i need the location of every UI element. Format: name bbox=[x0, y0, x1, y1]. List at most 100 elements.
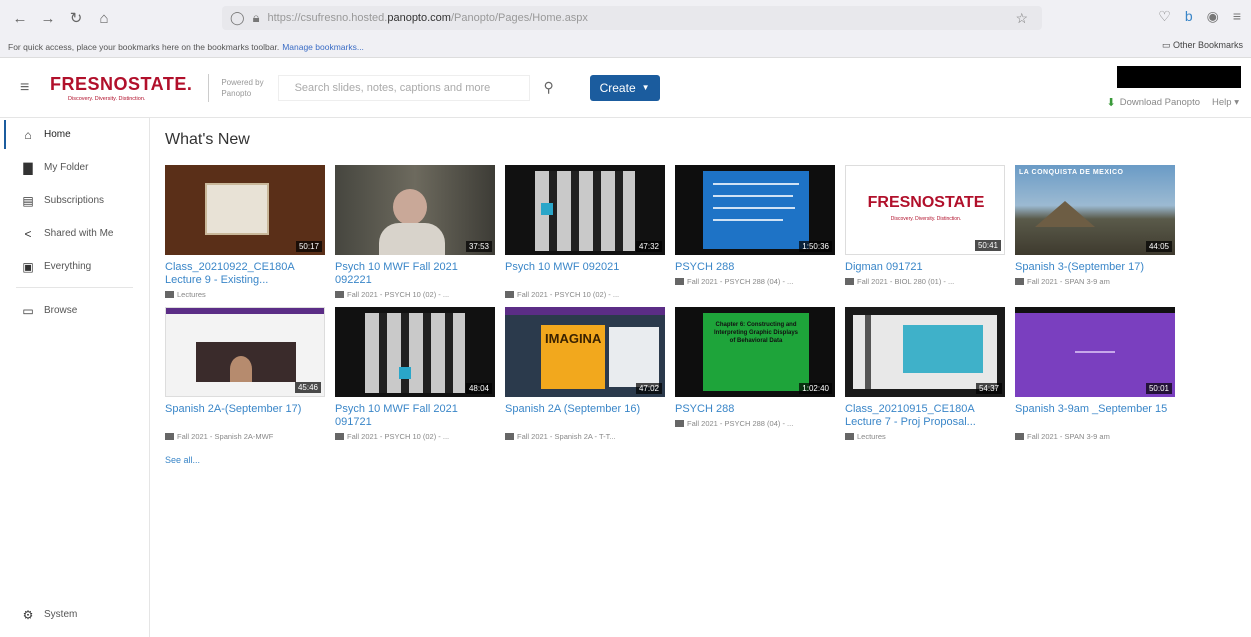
gear-icon: ⚙ bbox=[22, 607, 34, 622]
bookmarks-hint: For quick access, place your bookmarks h… bbox=[8, 41, 280, 52]
user-name-redacted[interactable] bbox=[1117, 66, 1241, 88]
video-folder[interactable]: Fall 2021 - PSYCH 10 (02) - ... bbox=[335, 432, 496, 441]
video-title[interactable]: PSYCH 288 bbox=[675, 261, 836, 274]
reload-icon[interactable]: ↻ bbox=[66, 8, 86, 28]
video-folder[interactable]: Fall 2021 - BIOL 280 (01) - ... bbox=[845, 277, 1006, 286]
sidebar-item-label: Browse bbox=[44, 305, 78, 316]
video-folder[interactable]: Lectures bbox=[845, 432, 1006, 441]
url-path: /Panopto/Pages/Home.aspx bbox=[450, 12, 588, 24]
powered-by-brand: Panopto bbox=[221, 88, 252, 98]
video-title[interactable]: Spanish 3-(September 17) bbox=[1015, 261, 1176, 274]
duration-badge: 1:50:36 bbox=[799, 241, 832, 252]
video-folder[interactable]: Fall 2021 - PSYCH 10 (02) - ... bbox=[335, 290, 496, 299]
video-card[interactable]: 50:01 Spanish 3-9am _September 15 Fall 2… bbox=[1015, 307, 1176, 441]
see-all-link[interactable]: See all... bbox=[165, 455, 1251, 465]
video-title[interactable]: Psych 10 MWF Fall 2021 091721 bbox=[335, 403, 496, 429]
video-card[interactable]: 1:50:36 PSYCH 288 Fall 2021 - PSYCH 288 … bbox=[675, 165, 836, 299]
video-card[interactable]: Chapter 6: Constructing and Interpreting… bbox=[675, 307, 836, 441]
thumb-chapter-text: Chapter 6: Constructing and Interpreting… bbox=[713, 322, 799, 344]
home-browser-icon[interactable]: ⌂ bbox=[94, 8, 114, 28]
folder-icon bbox=[675, 278, 684, 285]
search-input[interactable]: Search slides, notes, captions and more bbox=[277, 74, 530, 101]
sidebar-item-home[interactable]: ⌂ Home bbox=[0, 118, 149, 151]
video-folder[interactable]: Fall 2021 - SPAN 3-9 am bbox=[1015, 277, 1176, 286]
slide-block-teal bbox=[903, 325, 983, 373]
video-thumbnail[interactable]: 48:04 bbox=[335, 307, 495, 397]
video-card[interactable]: IMAGINA 47:02 Spanish 2A (September 16) … bbox=[505, 307, 666, 441]
logo-text: FRESNOSTATE. bbox=[50, 73, 193, 94]
page-title: What's New bbox=[165, 131, 250, 148]
manage-bookmarks-link[interactable]: Manage bookmarks... bbox=[282, 42, 364, 52]
video-card[interactable]: FRESNOSTATE Discovery. Diversity. Distin… bbox=[845, 165, 1006, 299]
duration-badge: 50:01 bbox=[1145, 383, 1172, 394]
fresno-state-logo[interactable]: FRESNOSTATE. Discovery. Diversity. Disti… bbox=[50, 74, 192, 102]
video-thumbnail[interactable]: 45:46 bbox=[165, 307, 325, 397]
video-title[interactable]: PSYCH 288 bbox=[675, 403, 836, 416]
video-thumbnail[interactable]: FRESNOSTATE Discovery. Diversity. Distin… bbox=[845, 165, 1005, 255]
video-title[interactable]: Digman 091721 bbox=[845, 261, 1006, 274]
video-thumbnail[interactable]: IMAGINA 47:02 bbox=[505, 307, 665, 397]
sidebar-item-shared[interactable]: < Shared with Me bbox=[0, 217, 149, 250]
folder-icon bbox=[165, 433, 174, 440]
video-title[interactable]: Class_20210922_CE180A Lecture 9 - Existi… bbox=[165, 261, 326, 287]
search-icon[interactable]: ⚲ bbox=[536, 79, 562, 96]
video-card[interactable]: 48:04 Psych 10 MWF Fall 2021 091721 Fall… bbox=[335, 307, 496, 441]
sidebar-item-subscriptions[interactable]: ▤ Subscriptions bbox=[0, 184, 149, 217]
video-thumbnail[interactable]: 47:32 bbox=[505, 165, 665, 255]
video-title[interactable]: Spanish 2A (September 16) bbox=[505, 403, 666, 429]
video-title[interactable]: Spanish 3-9am _September 15 bbox=[1015, 403, 1176, 429]
other-bookmarks[interactable]: ▭ Other Bookmarks bbox=[1162, 40, 1243, 51]
sidebar-item-everything[interactable]: ▣ Everything bbox=[0, 250, 149, 283]
video-folder[interactable]: Fall 2021 - Spanish 2A - T-T... bbox=[505, 432, 666, 441]
folder-label: Fall 2021 - PSYCH 10 (02) - ... bbox=[517, 290, 620, 299]
video-card[interactable]: 45:46 Spanish 2A-(September 17) Fall 202… bbox=[165, 307, 326, 441]
video-thumbnail[interactable]: LA CONQUISTA DE MEXICO 44:05 bbox=[1015, 165, 1175, 255]
video-card[interactable]: 54:37 Class_20210915_CE180A Lecture 7 - … bbox=[845, 307, 1006, 441]
sidebar-item-label: System bbox=[44, 609, 78, 620]
video-title[interactable]: Spanish 2A-(September 17) bbox=[165, 403, 326, 429]
account-icon[interactable]: ◉ bbox=[1207, 8, 1219, 25]
video-thumbnail[interactable]: 1:50:36 bbox=[675, 165, 835, 255]
pocket-icon[interactable]: ♡ bbox=[1158, 8, 1171, 25]
video-folder[interactable]: Fall 2021 - SPAN 3-9 am bbox=[1015, 432, 1176, 441]
video-title[interactable]: Class_20210915_CE180A Lecture 7 - Proj P… bbox=[845, 403, 1006, 429]
back-icon[interactable]: ← bbox=[10, 8, 30, 28]
video-folder[interactable]: Lectures bbox=[165, 290, 326, 299]
folder-label: Lectures bbox=[857, 432, 886, 441]
video-title[interactable]: Psych 10 MWF Fall 2021 092221 bbox=[335, 261, 496, 287]
sidebar-item-system[interactable]: ⚙ System bbox=[0, 598, 78, 631]
duration-badge: 50:17 bbox=[295, 241, 322, 252]
video-folder[interactable]: Fall 2021 - Spanish 2A-MWF bbox=[165, 432, 326, 441]
bookmark-star-icon[interactable]: ☆ bbox=[1015, 10, 1028, 27]
video-thumbnail[interactable]: 50:17 bbox=[165, 165, 325, 255]
sidebar-item-label: Shared with Me bbox=[44, 228, 114, 239]
create-button[interactable]: Create ▼ bbox=[589, 74, 660, 101]
menu-icon[interactable]: ≡ bbox=[1233, 8, 1241, 25]
video-folder[interactable]: Fall 2021 - PSYCH 288 (04) - ... bbox=[675, 277, 836, 286]
slide-bar bbox=[865, 315, 871, 389]
sidebar-item-browse[interactable]: ▭ Browse bbox=[0, 294, 149, 327]
video-title[interactable]: Psych 10 MWF 092021 bbox=[505, 261, 666, 287]
download-panopto[interactable]: ⬇ Download Panopto Help ▾ bbox=[1107, 96, 1239, 109]
hamburger-icon[interactable]: ≡ bbox=[20, 79, 36, 97]
slide-line bbox=[713, 219, 783, 221]
video-card[interactable]: LA CONQUISTA DE MEXICO 44:05 Spanish 3-(… bbox=[1015, 165, 1176, 299]
sidebar-item-my-folder[interactable]: ▇ My Folder bbox=[0, 151, 149, 184]
video-thumbnail[interactable]: 54:37 bbox=[845, 307, 1005, 397]
logo-tagline: Discovery. Diversity. Distinction. bbox=[68, 95, 146, 102]
video-card[interactable]: 47:32 Psych 10 MWF 092021 Fall 2021 - PS… bbox=[505, 165, 666, 299]
extension-icon[interactable]: b bbox=[1185, 8, 1193, 25]
video-card[interactable]: 50:17 Class_20210922_CE180A Lecture 9 - … bbox=[165, 165, 326, 299]
address-bar[interactable]: ◯ 🔒︎ https://csufresno.hosted. panopto.co… bbox=[222, 6, 1042, 30]
help-menu[interactable]: Help ▾ bbox=[1212, 97, 1239, 108]
video-thumbnail[interactable]: Chapter 6: Constructing and Interpreting… bbox=[675, 307, 835, 397]
forward-icon[interactable]: → bbox=[38, 8, 58, 28]
side-photo bbox=[609, 327, 659, 387]
video-folder[interactable]: Fall 2021 - PSYCH 10 (02) - ... bbox=[505, 290, 666, 299]
video-card[interactable]: 37:53 Psych 10 MWF Fall 2021 092221 Fall… bbox=[335, 165, 496, 299]
video-thumbnail[interactable]: 50:01 bbox=[1015, 307, 1175, 397]
video-thumbnail[interactable]: 37:53 bbox=[335, 165, 495, 255]
folder-label: Fall 2021 - Spanish 2A-MWF bbox=[177, 432, 274, 441]
sidebar-item-label: Subscriptions bbox=[44, 195, 105, 206]
video-folder[interactable]: Fall 2021 - PSYCH 288 (04) - ... bbox=[675, 419, 836, 428]
